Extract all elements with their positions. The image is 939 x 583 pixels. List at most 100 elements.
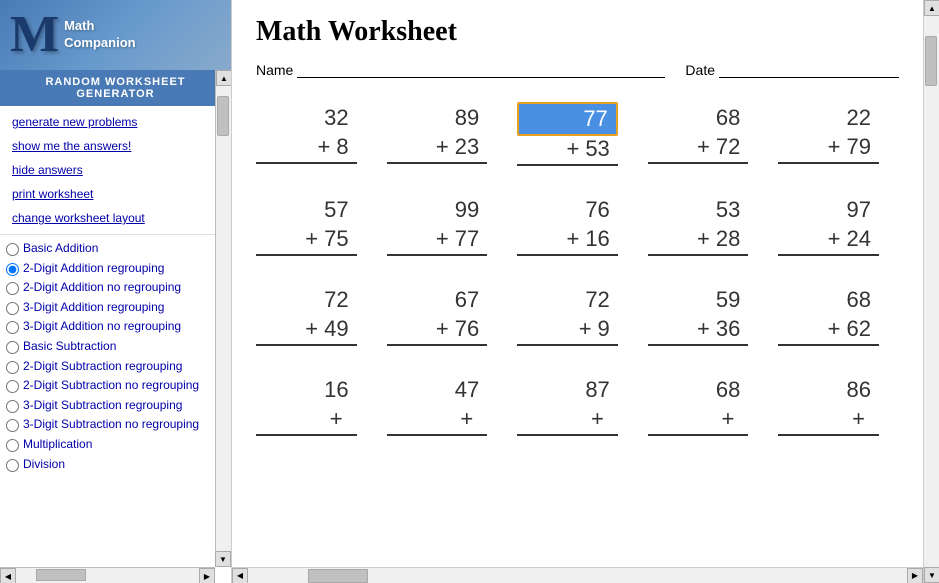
problem-bottom-3: +72 <box>648 134 749 160</box>
problem-bottom-17: + <box>517 406 618 432</box>
hscroll-left-arrow[interactable]: ◀ <box>232 568 248 583</box>
problem-5: 57+75 <box>256 194 377 256</box>
option-2d-addition-no-regroup[interactable]: 2-Digit Addition no regrouping <box>6 278 225 298</box>
problem-op-12: + <box>579 316 592 342</box>
sidebar-header: M Math Companion <box>0 0 231 70</box>
problem-op-0: + <box>317 134 330 160</box>
option-basic-subtraction[interactable]: Basic Subtraction <box>6 337 225 357</box>
problem-line-10 <box>256 344 357 346</box>
option-2d-subtraction-no-regroup[interactable]: 2-Digit Subtraction no regrouping <box>6 376 225 396</box>
generate-problems-link[interactable]: generate new problems <box>0 110 231 134</box>
problem-6: 99+77 <box>387 194 508 256</box>
problem-line-2 <box>517 164 618 166</box>
problem-bottom-6: +77 <box>387 226 488 252</box>
name-label: Name <box>256 62 293 78</box>
name-line <box>297 60 665 78</box>
hide-answers-link[interactable]: hide answers <box>0 158 231 182</box>
sidebar-menu: generate new problems show me the answer… <box>0 106 231 235</box>
problem-top-9: 97 <box>778 194 879 226</box>
problem-bottom-19: + <box>778 406 879 432</box>
problem-top-13: 59 <box>648 284 749 316</box>
problem-bottom-15: + <box>256 406 357 432</box>
problem-top-5: 57 <box>256 194 357 226</box>
date-line <box>719 60 899 78</box>
main-vscroll[interactable]: ▲ ▼ <box>923 0 939 583</box>
problem-bottom-num-13: 36 <box>716 316 740 342</box>
sidebar: M Math Companion RANDOM WORKSHEET GENERA… <box>0 0 232 583</box>
sidebar-scroll-down[interactable]: ▼ <box>215 551 231 567</box>
option-3d-subtraction-regroup[interactable]: 3-Digit Subtraction regrouping <box>6 396 225 416</box>
worksheet-title: Math Worksheet <box>256 16 899 48</box>
problem-bottom-12: +9 <box>517 316 618 342</box>
problem-bottom-8: +28 <box>648 226 749 252</box>
problem-line-8 <box>648 254 749 256</box>
problem-line-5 <box>256 254 357 256</box>
problem-bottom-num-7: 16 <box>585 226 609 252</box>
problem-line-7 <box>517 254 618 256</box>
problem-op-16: + <box>460 406 473 432</box>
problem-bottom-num-14: 62 <box>847 316 871 342</box>
problem-bottom-1: +23 <box>387 134 488 160</box>
sidebar-hscroll-thumb[interactable] <box>36 569 86 581</box>
vscroll-track[interactable] <box>924 16 939 567</box>
problem-14: 68+62 <box>778 284 899 346</box>
sidebar-scroll-up[interactable]: ▲ <box>216 70 232 86</box>
option-3d-addition-no-regroup[interactable]: 3-Digit Addition no regrouping <box>6 317 225 337</box>
problem-13: 59+36 <box>648 284 769 346</box>
problem-top-2: 77 <box>517 102 618 136</box>
option-3d-addition-regroup[interactable]: 3-Digit Addition regrouping <box>6 298 225 318</box>
change-layout-link[interactable]: change worksheet layout <box>0 206 231 230</box>
vscroll-up-arrow[interactable]: ▲ <box>924 0 939 16</box>
problem-top-15: 16 <box>256 374 357 406</box>
option-3d-subtraction-no-regroup[interactable]: 3-Digit Subtraction no regrouping <box>6 415 225 435</box>
sidebar-hscroll-right[interactable]: ▶ <box>199 568 215 583</box>
problem-top-6: 99 <box>387 194 488 226</box>
problem-bottom-5: +75 <box>256 226 357 252</box>
problem-line-9 <box>778 254 879 256</box>
vscroll-thumb[interactable] <box>925 36 937 86</box>
logo-m-letter: M <box>10 9 59 61</box>
problem-line-13 <box>648 344 749 346</box>
problem-bottom-18: + <box>648 406 749 432</box>
option-2d-addition-regroup[interactable]: 2-Digit Addition regrouping <box>6 259 225 279</box>
problem-11: 67+76 <box>387 284 508 346</box>
sidebar-scroll-thumb[interactable] <box>217 96 229 136</box>
option-2d-subtraction-regroup[interactable]: 2-Digit Subtraction regrouping <box>6 357 225 377</box>
vscroll-down-arrow[interactable]: ▼ <box>924 567 939 583</box>
problem-line-0 <box>256 162 357 164</box>
hscroll-track[interactable] <box>248 568 907 583</box>
problem-bottom-2: +53 <box>517 136 618 162</box>
problem-bottom-num-5: 75 <box>324 226 348 252</box>
problem-bottom-num-0: 8 <box>336 134 348 160</box>
problem-op-18: + <box>722 406 735 432</box>
print-worksheet-link[interactable]: print worksheet <box>0 182 231 206</box>
problem-op-11: + <box>436 316 449 342</box>
sidebar-hscroll-left[interactable]: ◀ <box>0 568 16 583</box>
problem-bottom-num-8: 28 <box>716 226 740 252</box>
date-label: Date <box>685 62 715 78</box>
problem-10: 72+49 <box>256 284 377 346</box>
problem-op-19: + <box>852 406 865 432</box>
problem-op-15: + <box>330 406 343 432</box>
problem-bottom-num-6: 77 <box>455 226 479 252</box>
problem-bottom-0: +8 <box>256 134 357 160</box>
option-basic-addition[interactable]: Basic Addition <box>6 239 225 259</box>
hscroll-thumb[interactable] <box>308 569 368 583</box>
option-multiplication[interactable]: Multiplication <box>6 435 225 455</box>
problem-line-14 <box>778 344 879 346</box>
problem-top-17: 87 <box>517 374 618 406</box>
problem-bottom-10: +49 <box>256 316 357 342</box>
problem-op-6: + <box>436 226 449 252</box>
option-division[interactable]: Division <box>6 455 225 475</box>
sidebar-vscroll[interactable]: ▲ ▼ <box>215 70 231 567</box>
main-hscroll[interactable]: ◀ ▶ <box>232 567 923 583</box>
problem-2: 77+53 <box>517 102 638 166</box>
problem-top-10: 72 <box>256 284 357 316</box>
show-answers-link[interactable]: show me the answers! <box>0 134 231 158</box>
problem-line-15 <box>256 434 357 436</box>
problem-8: 53+28 <box>648 194 769 256</box>
hscroll-right-arrow[interactable]: ▶ <box>907 568 923 583</box>
problem-line-19 <box>778 434 879 436</box>
sidebar-hscroll[interactable]: ◀ ▶ <box>0 567 215 583</box>
problem-top-18: 68 <box>648 374 749 406</box>
